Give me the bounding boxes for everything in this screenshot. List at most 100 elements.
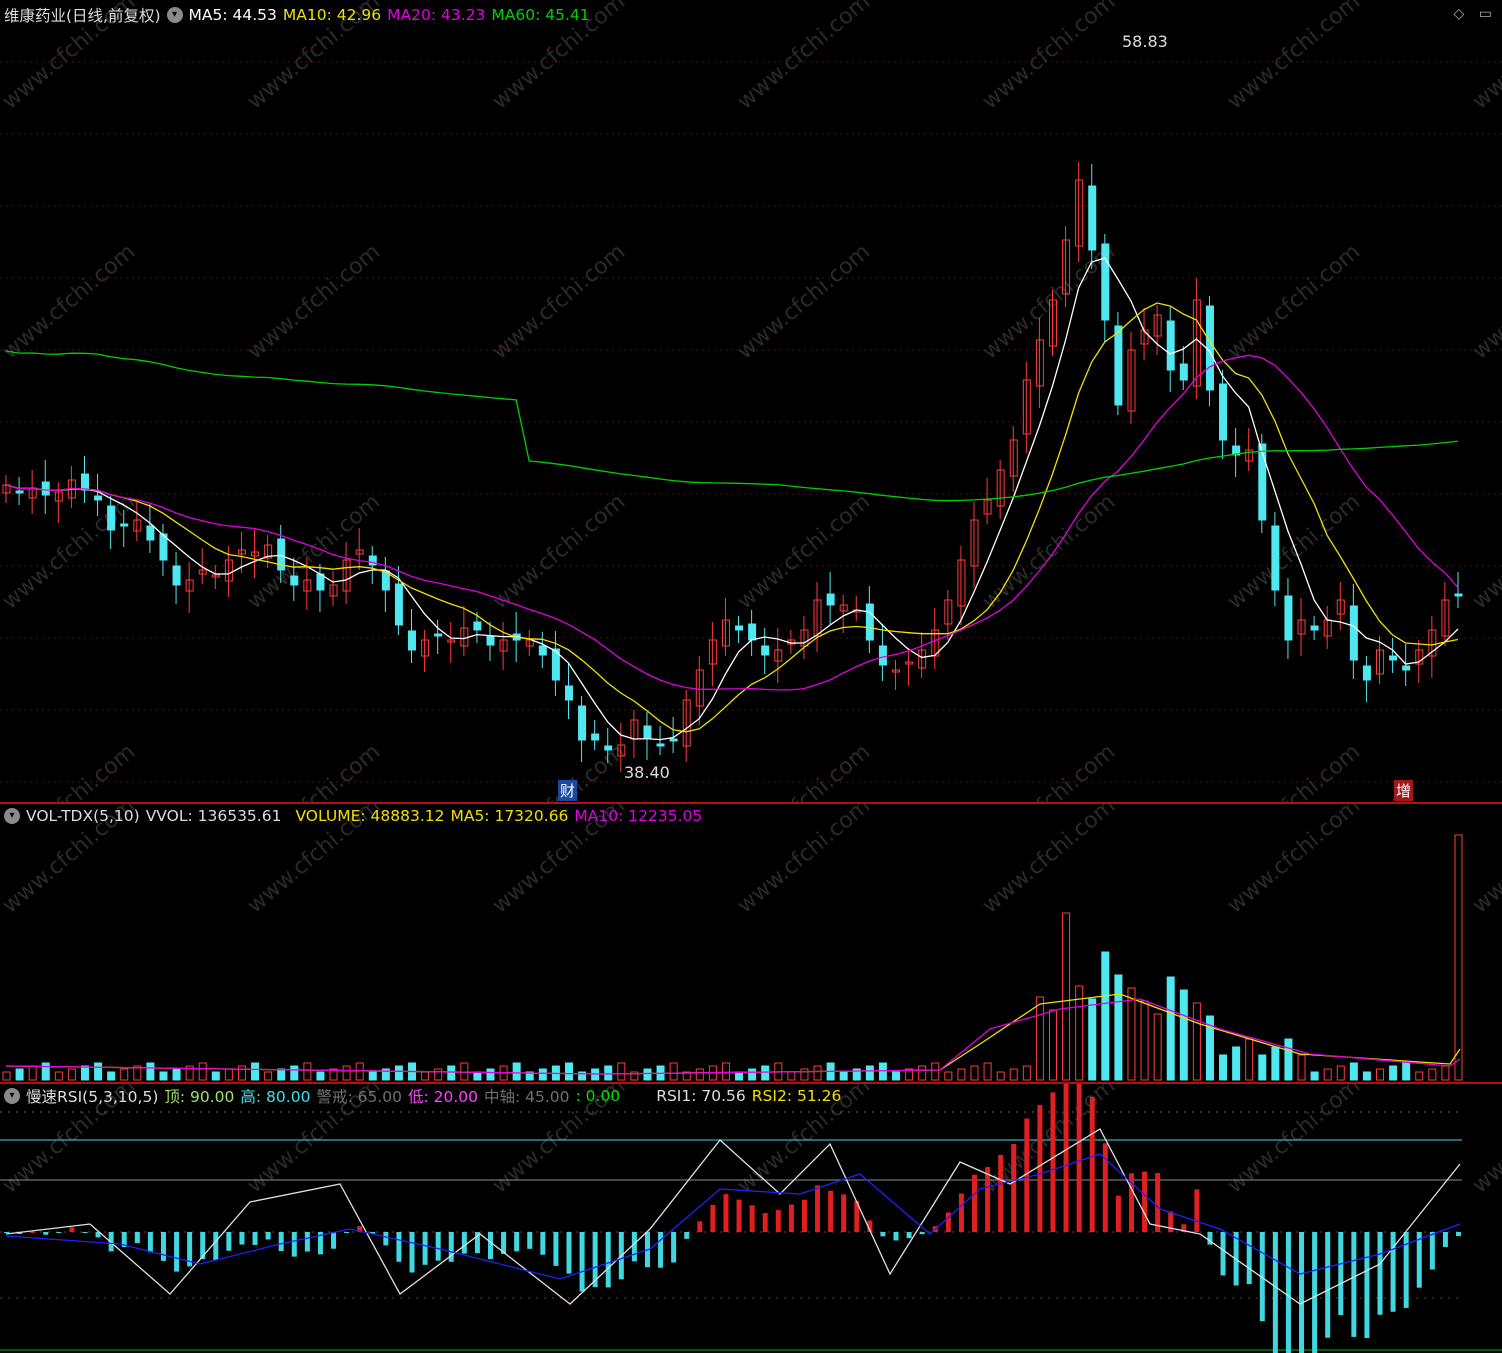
settings-icon[interactable]: ▾ (4, 808, 20, 824)
settings-icon[interactable]: ▾ (4, 1088, 20, 1104)
rsi-bar (1076, 1084, 1082, 1232)
rsi-legend: ▾ 慢速RSI(5,3,10,5) 顶: 90.00 高: 80.00 警戒: … (4, 1085, 847, 1107)
volume-bar (1454, 834, 1463, 1081)
candle-body (1219, 383, 1228, 441)
volume-bar (1389, 1065, 1398, 1081)
settings-icon[interactable]: ▾ (166, 7, 183, 23)
volume-bar (918, 1065, 927, 1081)
rsi-bar (213, 1232, 219, 1261)
low-price-label: 38.40 (624, 763, 670, 782)
watermark: www.cfchi.com (1223, 1084, 1365, 1199)
rsi-bar (383, 1232, 389, 1246)
volume-bar (1428, 1068, 1437, 1081)
ma5-label: MA5: 44.53 (188, 6, 277, 24)
price-legend: 维康药业(日线,前复权) ▾ MA5: 44.53 MA10: 42.96 MA… (4, 4, 596, 26)
watermark: www.cfchi.com (733, 739, 875, 802)
rsi-bar (553, 1232, 559, 1266)
volume-bar (721, 1062, 730, 1081)
rsi-bar (919, 1232, 925, 1235)
rsi-bar (1050, 1092, 1056, 1232)
watermark: www.cfchi.com (0, 489, 140, 614)
watermark: www.cfchi.com (488, 489, 630, 614)
volume-bar (316, 1071, 325, 1081)
rsi-bar (605, 1232, 611, 1288)
event-tag-finance[interactable]: 财 (558, 780, 578, 801)
volume-bar (251, 1062, 260, 1081)
price-pane[interactable]: www.cfchi.com www.cfchi.com www.cfchi.com w… (0, 0, 1502, 802)
rsi-bar (134, 1232, 140, 1244)
volume-bar (237, 1065, 246, 1081)
volume-bar (1166, 976, 1175, 1081)
ma60-line (5, 350, 1459, 502)
volume-bar (1192, 1002, 1201, 1081)
window-controls[interactable]: ◇ ▭ (1454, 6, 1492, 22)
volume-bar (1062, 912, 1071, 1081)
vol-ma5-line (5, 993, 1461, 1075)
rsi-bar (958, 1193, 964, 1232)
candle-body (669, 738, 678, 742)
watermark: www.cfchi.com (1468, 239, 1502, 364)
candle-body (1179, 363, 1188, 381)
candle-body (604, 745, 613, 751)
ma60-label: MA60: 45.41 (491, 6, 590, 24)
rsi-bar (998, 1154, 1004, 1232)
stock-title: 维康药业(日线,前复权) (4, 7, 161, 25)
volume-bar (1402, 1062, 1411, 1081)
candle-body (1349, 605, 1358, 661)
candle-body (1088, 185, 1097, 251)
rsi-high-label: 高: 80.00 (240, 1088, 311, 1106)
candle-body (15, 490, 24, 494)
candle-body (1402, 665, 1411, 671)
candle-body (1284, 595, 1293, 641)
rsi-bar (1364, 1232, 1370, 1339)
rsi-bar (1142, 1171, 1148, 1232)
volume-bar (1245, 1038, 1254, 1081)
volume-bar (1075, 985, 1084, 1081)
candle-body (865, 603, 874, 641)
volume-bar (800, 1068, 809, 1081)
volume-pane[interactable]: www.cfchi.com www.cfchi.com www.cfchi.com w… (0, 804, 1502, 1082)
watermark: www.cfchi.com (733, 0, 875, 115)
rsi-bar (723, 1194, 729, 1232)
rsi-bar (409, 1232, 415, 1273)
rsi-bar (684, 1232, 690, 1239)
volume-bar (80, 1065, 89, 1081)
rsi-chart[interactable]: www.cfchi.com www.cfchi.com www.cfchi.com w… (0, 1084, 1502, 1353)
volume-bar (1022, 1065, 1031, 1081)
diamond-icon[interactable]: ◇ (1454, 6, 1465, 22)
candle-body (591, 733, 600, 741)
watermark: www.cfchi.com (243, 239, 385, 364)
volume-bar (1088, 998, 1097, 1081)
rsi-bar (1194, 1189, 1200, 1232)
rsi-bar (579, 1232, 585, 1292)
price-chart[interactable]: www.cfchi.com www.cfchi.com www.cfchi.com w… (0, 0, 1502, 802)
watermark: www.cfchi.com (1468, 804, 1502, 919)
volume-bar (957, 1068, 966, 1081)
rsi-bar (1063, 1084, 1069, 1232)
candle-body (408, 630, 417, 651)
volume-bar (538, 1068, 547, 1081)
volume-bar (1153, 1013, 1162, 1081)
volume-bar (1415, 1071, 1424, 1081)
candle-body (80, 473, 89, 491)
volume-bar (28, 1065, 37, 1081)
volume-chart[interactable]: www.cfchi.com www.cfchi.com www.cfchi.com w… (0, 804, 1502, 1082)
event-tag-increase[interactable]: 增 (1394, 780, 1414, 801)
volume-bar (303, 1062, 312, 1081)
vol-ma5-label: MA5: 17320.66 (450, 807, 569, 825)
candle-body (394, 583, 403, 626)
vvol-label: VVOL: 136535.61 (145, 807, 282, 825)
volume-label: VOLUME: 48883.12 (295, 807, 445, 825)
rsi-pane[interactable]: www.cfchi.com www.cfchi.com www.cfchi.com w… (0, 1084, 1502, 1353)
rsi-bar (697, 1221, 703, 1232)
rsi-bar (1246, 1232, 1252, 1285)
candle-body (1310, 625, 1319, 631)
candle-body (1389, 655, 1398, 661)
watermark: www.cfchi.com (1223, 0, 1365, 115)
restore-icon[interactable]: ▭ (1479, 6, 1492, 22)
volume-bar (1297, 1054, 1306, 1081)
candle-body (120, 523, 129, 527)
rsi-bar (566, 1232, 572, 1274)
watermark: www.cfchi.com (1223, 239, 1365, 364)
candle-body (748, 623, 757, 641)
